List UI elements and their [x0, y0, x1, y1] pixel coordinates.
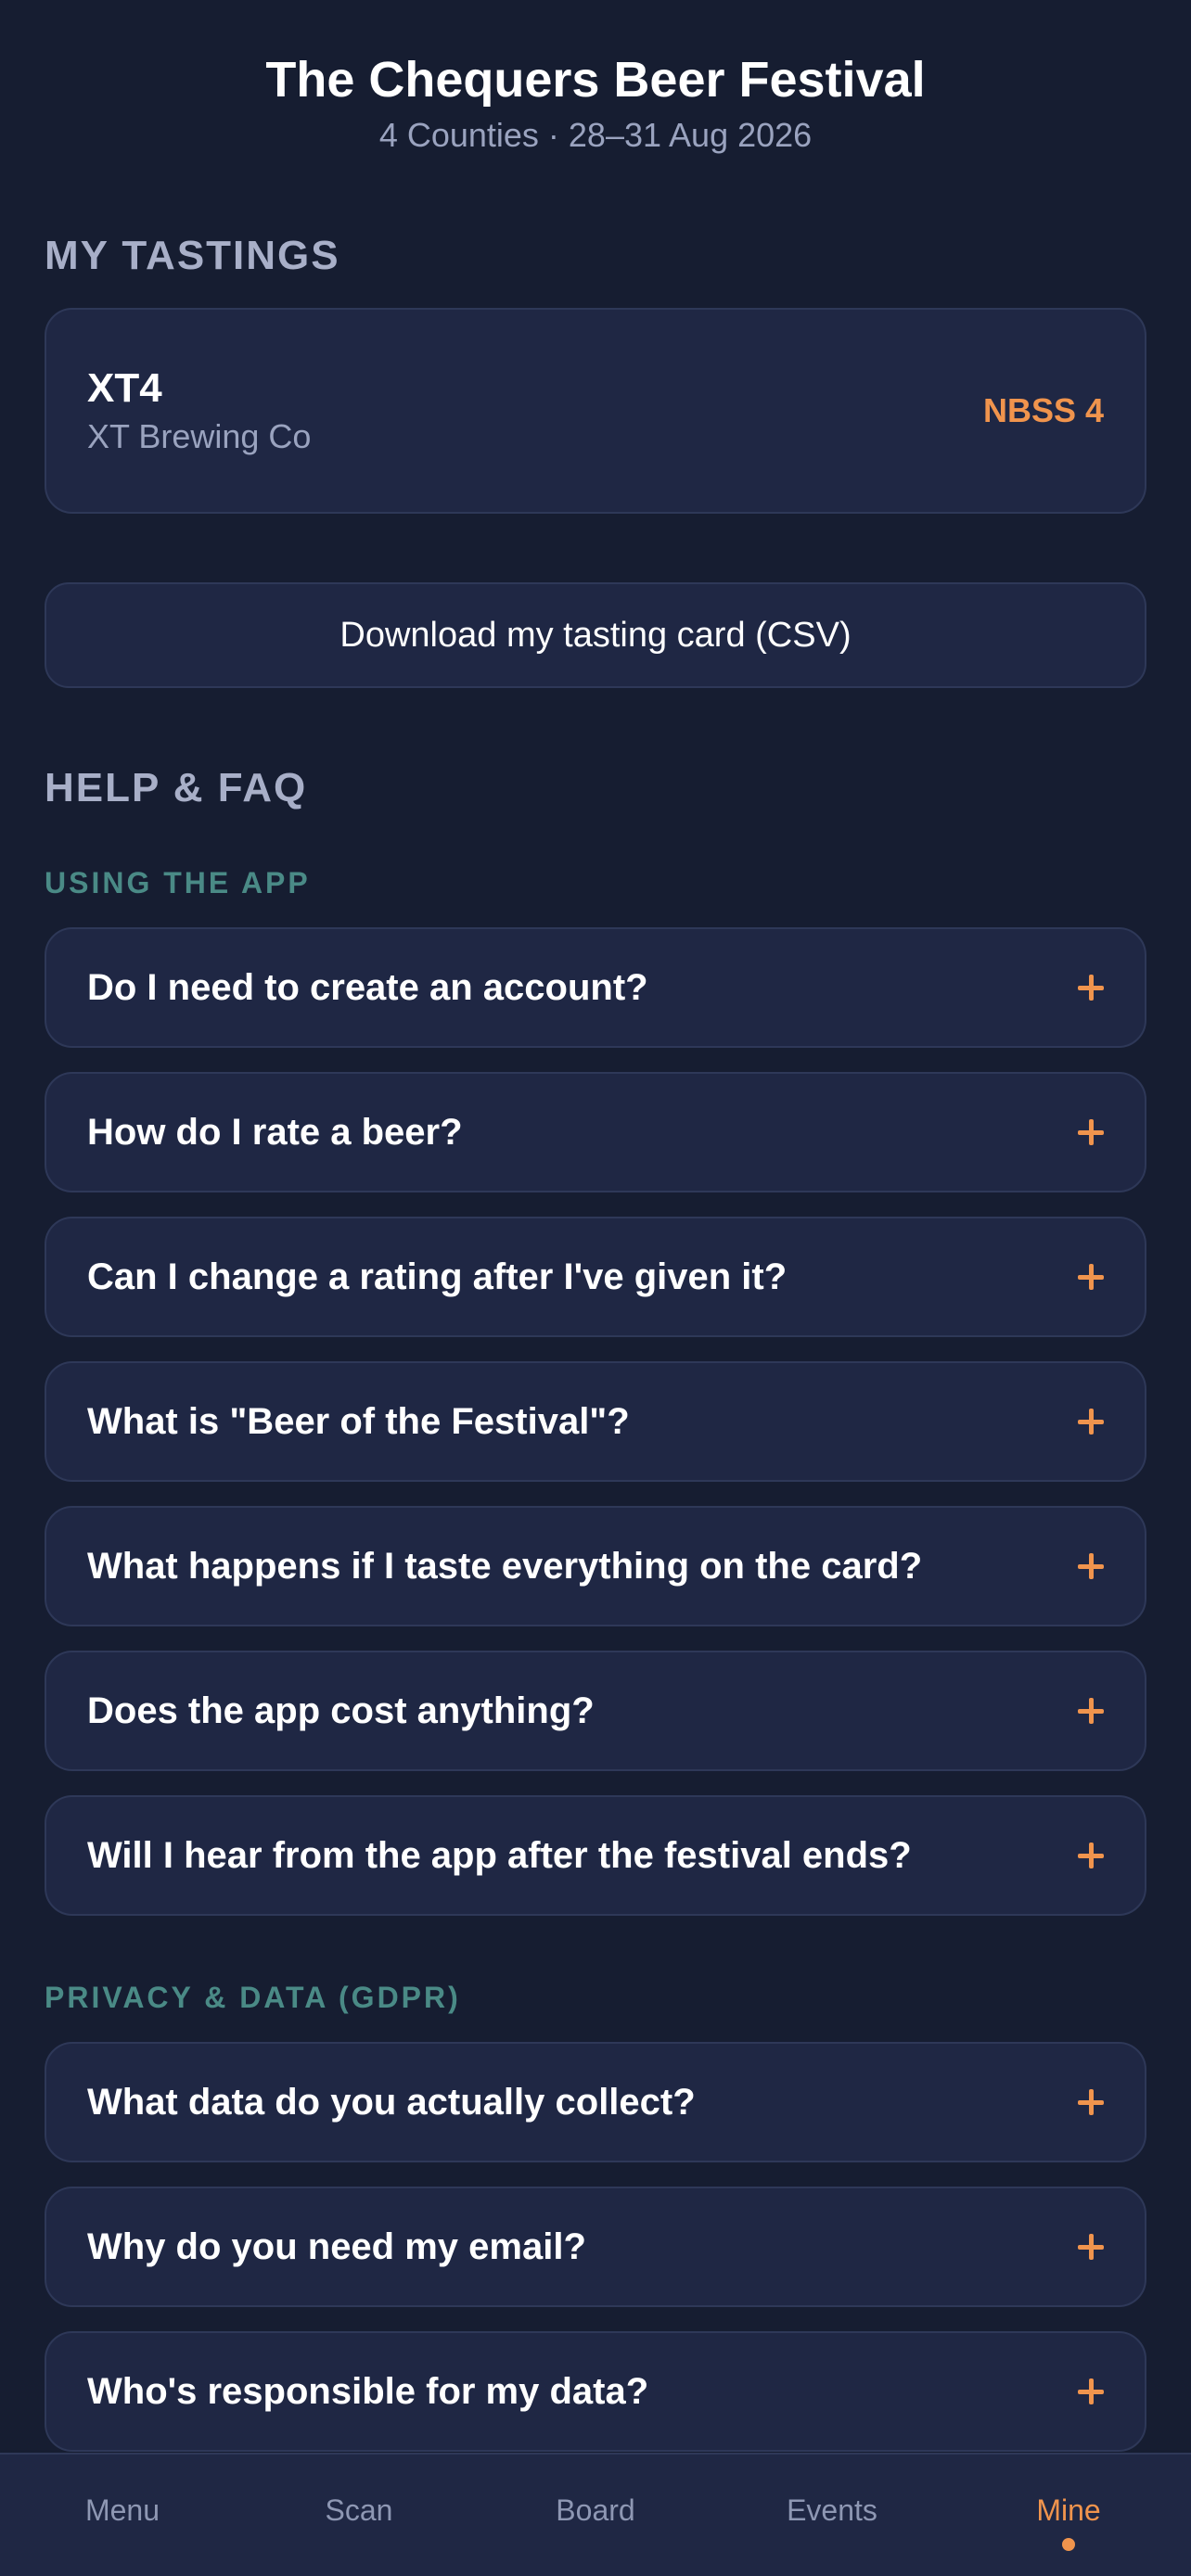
plus-icon[interactable] [1078, 2234, 1104, 2260]
faq-question: What data do you actually collect? [87, 2081, 696, 2123]
faq-item[interactable]: Do I need to create an account? [45, 927, 1146, 1048]
tab-board[interactable]: Board [529, 2455, 662, 2576]
plus-icon[interactable] [1078, 1698, 1104, 1724]
faq-category-using-app: USING THE APP [45, 866, 311, 899]
tasting-card[interactable]: XT4 XT Brewing Co NBSS 4 [45, 308, 1146, 514]
beer-name: XT4 [87, 365, 162, 411]
faq-question: Who's responsible for my data? [87, 2370, 649, 2412]
tab-scan[interactable]: Scan [292, 2455, 426, 2576]
faq-question: Does the app cost anything? [87, 1690, 595, 1731]
scroll-content[interactable]: The Chequers Beer Festival 4 Counties · … [0, 0, 1191, 2453]
plus-icon[interactable] [1078, 1119, 1104, 1145]
plus-icon[interactable] [1078, 975, 1104, 1001]
tab-label: Scan [325, 2493, 393, 2527]
bottom-tab-bar: Menu Scan Board Events Mine [0, 2453, 1191, 2576]
faq-question: Why do you need my email? [87, 2225, 586, 2267]
faq-item[interactable]: What data do you actually collect? [45, 2042, 1146, 2162]
tab-mine[interactable]: Mine [1002, 2455, 1135, 2576]
faq-item[interactable]: Why do you need my email? [45, 2187, 1146, 2307]
tab-label: Events [787, 2493, 877, 2527]
faq-question: What happens if I taste everything on th… [87, 1545, 923, 1587]
plus-icon[interactable] [1078, 1553, 1104, 1579]
page-subtitle: 4 Counties · 28–31 Aug 2026 [378, 116, 813, 154]
faq-item[interactable]: What is "Beer of the Festival"? [45, 1361, 1146, 1482]
download-csv-button[interactable]: Download my tasting card (CSV) [45, 582, 1146, 688]
header: The Chequers Beer Festival 4 Counties · … [45, 0, 1146, 156]
faq-question: How do I rate a beer? [87, 1111, 463, 1153]
faq-item[interactable]: How do I rate a beer? [45, 1072, 1146, 1192]
faq-question: Will I hear from the app after the festi… [87, 1834, 912, 1876]
faq-category-privacy: PRIVACY & DATA (GDPR) [45, 1981, 461, 2014]
tasting-info: XT4 XT Brewing Co [87, 364, 311, 457]
active-tab-indicator [1062, 2538, 1075, 2551]
faq-question: What is "Beer of the Festival"? [87, 1400, 630, 1442]
plus-icon[interactable] [1078, 2378, 1104, 2404]
section-heading-tastings: MY TASTINGS [45, 233, 340, 278]
section-heading-help: HELP & FAQ [45, 765, 308, 810]
faq-list-using-app: Do I need to create an account? How do I… [45, 927, 1146, 1916]
app-screen: The Chequers Beer Festival 4 Counties · … [0, 0, 1191, 2576]
faq-list-privacy: What data do you actually collect? Why d… [45, 2042, 1146, 2452]
plus-icon[interactable] [1078, 1264, 1104, 1290]
plus-icon[interactable] [1078, 1843, 1104, 1868]
plus-icon[interactable] [1078, 2089, 1104, 2115]
tab-label: Board [556, 2493, 635, 2527]
rating-badge: NBSS 4 [982, 391, 1104, 429]
faq-item[interactable]: Can I change a rating after I've given i… [45, 1217, 1146, 1337]
tab-menu[interactable]: Menu [56, 2455, 189, 2576]
tab-label: Menu [84, 2493, 160, 2527]
faq-question: Do I need to create an account? [87, 966, 648, 1008]
faq-item[interactable]: Who's responsible for my data? [45, 2331, 1146, 2452]
faq-question: Can I change a rating after I've given i… [87, 1256, 788, 1297]
plus-icon[interactable] [1078, 1409, 1104, 1435]
brewery-name: XT Brewing Co [87, 417, 312, 455]
tab-label: Mine [1036, 2493, 1101, 2527]
page-title: The Chequers Beer Festival [265, 52, 926, 108]
faq-item[interactable]: Does the app cost anything? [45, 1651, 1146, 1771]
faq-item[interactable]: What happens if I taste everything on th… [45, 1506, 1146, 1626]
faq-item[interactable]: Will I hear from the app after the festi… [45, 1795, 1146, 1916]
tab-events[interactable]: Events [765, 2455, 899, 2576]
